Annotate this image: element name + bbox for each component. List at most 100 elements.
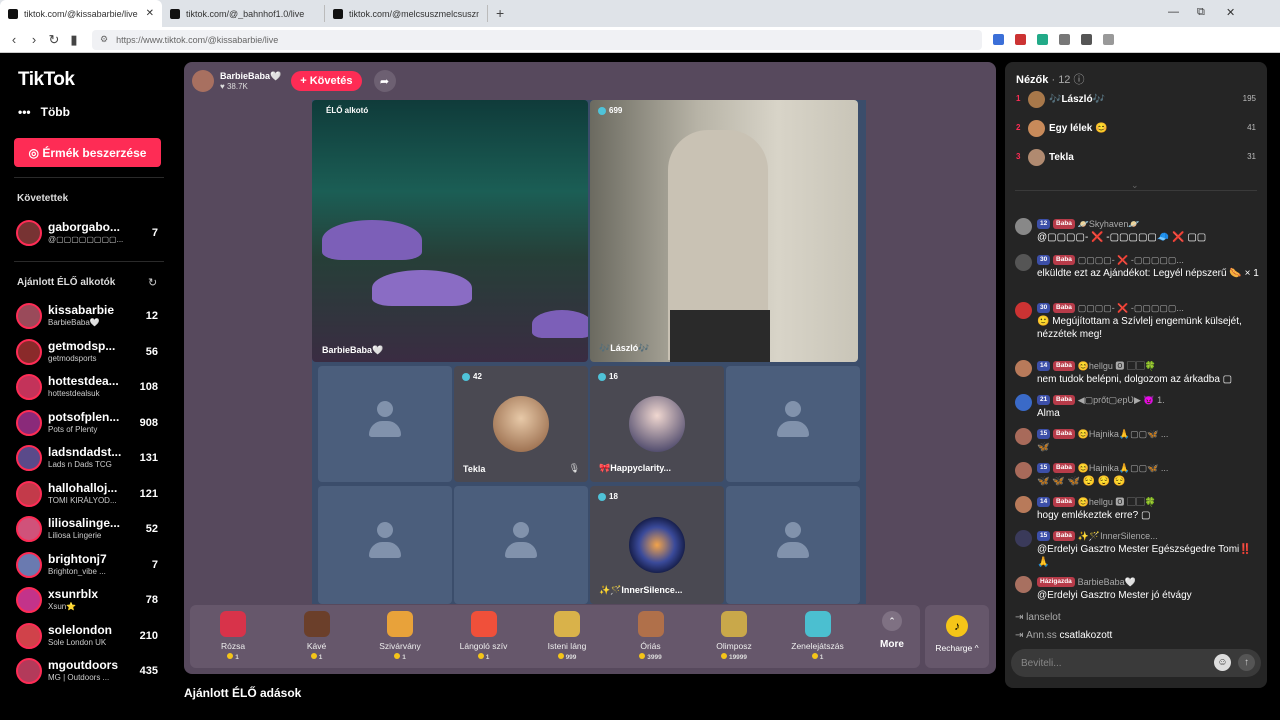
top-viewer-row[interactable]: 1 🎶László🎶 195	[1016, 90, 1256, 110]
chat-message[interactable]: 15 Baba 😊Hajnika🙏▢▢🦋 ... 🦋 🦋 🦋 😌 😌 😌	[1015, 462, 1261, 488]
join-username[interactable]: lanselot	[1026, 612, 1060, 623]
info-icon[interactable]: ⓘ	[1074, 74, 1085, 86]
avatar	[16, 374, 42, 400]
chat-message[interactable]: 30 Baba ▢▢▢▢- ❌ -▢▢▢▢▢... 🙂 Megújítottam…	[1015, 302, 1261, 341]
empty-seat[interactable]	[318, 366, 452, 482]
follow-button[interactable]: + Követés	[291, 71, 362, 91]
chat-username[interactable]: ▢▢▢▢- ❌ -▢▢▢▢▢...	[1078, 303, 1184, 313]
chat-input[interactable]: Beviteli... ☺ ↑	[1011, 649, 1261, 677]
sidebar-toggle-icon[interactable]	[1081, 34, 1092, 45]
guest-count: 16	[609, 372, 618, 381]
gift-item[interactable]: Óriás 3999	[616, 611, 686, 661]
new-tab-icon[interactable]: +	[488, 5, 512, 21]
gift-item[interactable]: Kávé 1	[282, 611, 352, 661]
recommended-account[interactable]: liliosalinge... Liliosa Lingerie 52	[16, 514, 164, 544]
host-video[interactable]: ÉLŐ alkotó BarbieBaba🤍	[312, 100, 588, 362]
gift-name: Isteni láng	[547, 641, 587, 651]
host-avatar[interactable]	[192, 70, 214, 92]
chat-username[interactable]: BarbieBaba🤍	[1078, 577, 1136, 587]
chat-message[interactable]: Házigazda BarbieBaba🤍 @Erdelyi Gasztro M…	[1015, 576, 1261, 602]
account-name: hallohalloj...	[48, 480, 118, 495]
chat-username[interactable]: 🪐Skyhaven🪐	[1078, 219, 1140, 229]
browser-tab-melcsusz[interactable]: tiktok.com/@melcsuszmelcsuszmelcs	[325, 5, 488, 22]
browser-tab-bahnhof[interactable]: tiktok.com/@_bahnhof1.0/live	[162, 5, 325, 22]
empty-seat[interactable]	[726, 486, 860, 604]
chat-username[interactable]: 😊hellgu 🅾 ▢▢🍀	[1078, 497, 1156, 507]
window-restore-icon[interactable]: ⧉	[1197, 6, 1205, 19]
chat-message[interactable]: 14 Baba 😊hellgu 🅾 ▢▢🍀 nem tudok belépni,…	[1015, 360, 1261, 386]
chat-username[interactable]: ▢▢▢▢- ❌ -▢▢▢▢▢...	[1078, 255, 1184, 265]
chat-message[interactable]: 15 Baba 😊Hajnika🙏▢▢🦋 ... 🦋	[1015, 428, 1261, 454]
recommended-account[interactable]: potsofplen... Pots of Plenty 908	[16, 408, 164, 438]
top-viewer-row[interactable]: 3 Tekla 31	[1016, 148, 1256, 168]
forward-icon[interactable]: ›	[24, 32, 44, 47]
send-icon[interactable]: ↑	[1238, 654, 1255, 671]
extension-red-icon[interactable]	[1015, 34, 1026, 45]
chat-message[interactable]: 30 Baba ▢▢▢▢- ❌ -▢▢▢▢▢... elküldte ezt a…	[1015, 254, 1261, 280]
address-bar[interactable]: ⚙ https://www.tiktok.com/@kissabarbie/li…	[92, 29, 982, 50]
recommended-account[interactable]: hottestdea... hottestdealsuk 108	[16, 372, 164, 402]
gift-icon	[303, 611, 330, 637]
extension-puzzle-icon[interactable]	[1059, 34, 1070, 45]
following-account[interactable]: gaborgabo... @▢▢▢▢▢▢▢▢... 7	[16, 218, 164, 248]
window-close-icon[interactable]: ✕	[1226, 6, 1235, 19]
chat-username[interactable]: 😊hellgu 🅾 ▢▢🍀	[1078, 361, 1156, 371]
bookmark-icon[interactable]: ▮	[64, 32, 84, 48]
empty-seat[interactable]	[726, 366, 860, 482]
extension-translate-icon[interactable]	[993, 34, 1004, 45]
share-icon[interactable]: ➦	[373, 70, 396, 92]
empty-seat[interactable]	[318, 486, 452, 604]
gift-price: 1	[449, 653, 519, 661]
recommended-account[interactable]: kissabarbie BarbieBaba🤍 12	[16, 301, 164, 331]
recommended-account[interactable]: solelondon Sole London UK 210	[16, 621, 164, 651]
empty-seat[interactable]	[454, 486, 588, 604]
recommended-account[interactable]: brightonj7 Brighton_vibe ... 7	[16, 550, 164, 580]
recommended-account[interactable]: mgoutdoors MG | Outdoors ... 435	[16, 656, 164, 686]
reload-icon[interactable]: ↻	[44, 32, 64, 48]
more-menu[interactable]: ••• Több	[18, 105, 70, 119]
extension-green-icon[interactable]	[1037, 34, 1048, 45]
gift-item[interactable]: Lángoló szív 1	[449, 611, 519, 661]
guest-tile-innersilence[interactable]: 18 ✨🪄InnerSilence...	[590, 486, 724, 604]
guest-tile-tekla[interactable]: 42 Tekla 🎙	[454, 366, 588, 482]
top-viewer-row[interactable]: 2 Egy lélek 😊 41	[1016, 119, 1256, 139]
recharge-button[interactable]: ♪ Recharge ^	[925, 605, 989, 668]
gift-icon	[387, 611, 413, 637]
chat-username[interactable]: ✨🪄InnerSilence...	[1078, 531, 1158, 541]
chat-message[interactable]: 15 Baba ✨🪄InnerSilence... @Erdelyi Gaszt…	[1015, 530, 1261, 569]
window-minimize-icon[interactable]: —	[1168, 6, 1179, 18]
viewer-count: 12	[145, 310, 158, 322]
host-name[interactable]: BarbieBaba🤍	[220, 71, 281, 82]
chat-username[interactable]: ◀▢prőt▢ℯpƲ▶ 😈 1.	[1078, 395, 1165, 405]
recommended-account[interactable]: hallohalloj... TOMI KIRÁLYOD... 121	[16, 479, 164, 509]
chat-username[interactable]: 😊Hajnika🙏▢▢🦋 ...	[1078, 463, 1169, 473]
tab-title: tiktok.com/@kissabarbie/live	[24, 8, 138, 19]
close-tab-icon[interactable]: ✕	[146, 8, 154, 19]
more-gifts-button[interactable]: ⌃ More	[872, 611, 912, 650]
guest-video-main[interactable]: 699 🎶László🎶	[590, 100, 858, 362]
join-username[interactable]: Ann.ss	[1026, 630, 1057, 641]
chat-message[interactable]: 21 Baba ◀▢prőt▢ℯpƲ▶ 😈 1. Alma	[1015, 394, 1261, 420]
recommended-account[interactable]: xsunrblx Xsun⭐ 78	[16, 585, 164, 615]
site-settings-icon[interactable]: ⚙	[100, 34, 108, 45]
chat-message[interactable]: 14 Baba 😊hellgu 🅾 ▢▢🍀 hogy emlékeztek er…	[1015, 496, 1261, 522]
chat-message[interactable]: 12 Baba 🪐Skyhaven🪐 @▢▢▢▢- ❌ -▢▢▢▢▢🧢 ❌ ▢▢	[1015, 218, 1261, 244]
recommended-account[interactable]: getmodsp... getmodsports 56	[16, 337, 164, 367]
back-icon[interactable]: ‹	[4, 32, 24, 47]
menu-icon[interactable]	[1103, 34, 1114, 45]
gift-item[interactable]: Rózsa 1	[198, 611, 268, 661]
guest-tile-happyclarity[interactable]: 16 🎀Happyclarity...	[590, 366, 724, 482]
refresh-icon[interactable]: ↻	[148, 276, 157, 289]
emoji-icon[interactable]: ☺	[1214, 654, 1231, 671]
gift-price: 1	[365, 653, 435, 661]
chat-username[interactable]: 😊Hajnika🙏▢▢🦋 ...	[1078, 429, 1169, 439]
browser-tab-kissabarbie[interactable]: tiktok.com/@kissabarbie/live ✕	[0, 0, 162, 27]
gift-item[interactable]: Olimposz 19999	[699, 611, 769, 661]
gift-item[interactable]: Isteni láng 999	[532, 611, 602, 661]
tiktok-logo[interactable]: TikTok	[18, 69, 75, 91]
recommended-account[interactable]: ladsndadst... Lads n Dads TCG 131	[16, 443, 164, 473]
avatar	[16, 303, 42, 329]
get-coins-button[interactable]: ◎ Érmék beszerzése	[14, 138, 161, 167]
gift-item[interactable]: Szivárvány 1	[365, 611, 435, 661]
gift-item[interactable]: Zenelejátszás 1	[783, 611, 853, 661]
